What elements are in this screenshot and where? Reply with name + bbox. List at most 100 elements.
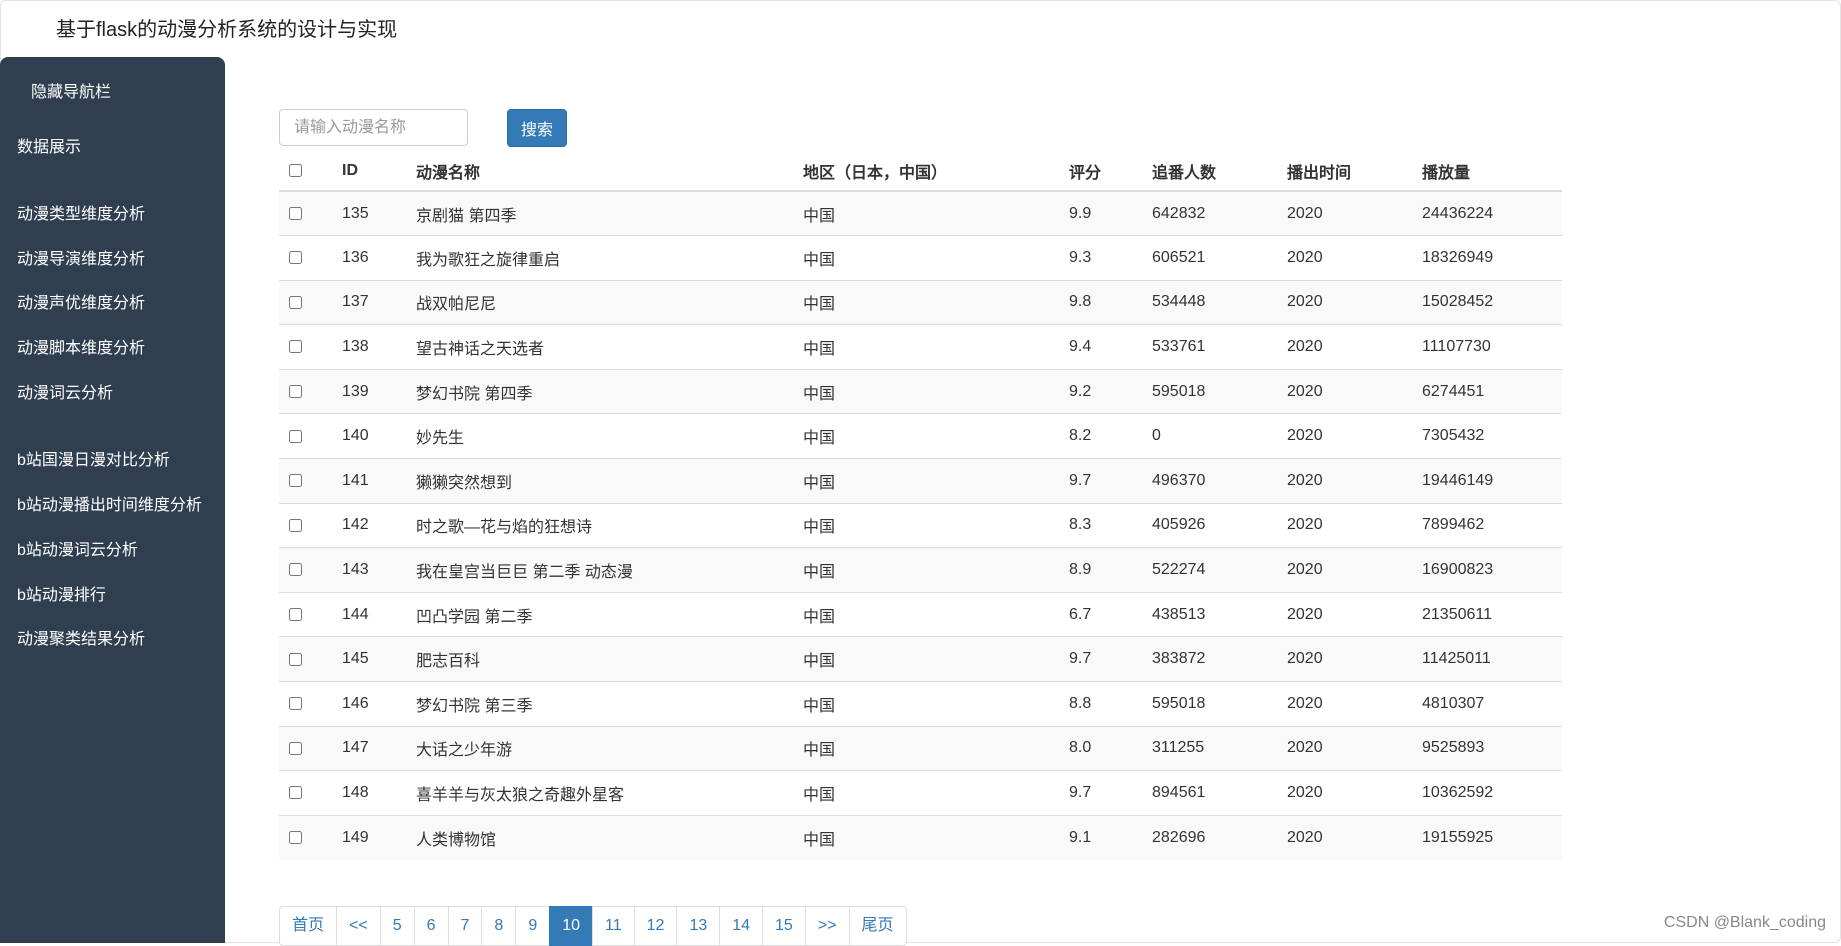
table-row: 146 梦幻书院 第三季 中国 8.8 595018 2020 4810307 <box>279 681 1562 727</box>
select-all-checkbox[interactable] <box>289 163 302 177</box>
page-link-13[interactable]: 13 <box>676 906 721 946</box>
page-link-10[interactable]: 10 <box>549 906 594 946</box>
cell-id: 140 <box>334 413 408 459</box>
last-page-link[interactable]: 尾页 <box>848 906 907 946</box>
row-checkbox[interactable] <box>289 786 302 800</box>
cell-id: 136 <box>334 235 408 281</box>
cell-region: 中国 <box>795 547 1061 593</box>
page-link-8[interactable]: 8 <box>481 906 517 946</box>
cell-airtime: 2020 <box>1279 190 1414 236</box>
sidebar: 隐藏导航栏 数据展示 动漫类型维度分析 动漫导演维度分析 动漫声优维度分析 动漫… <box>0 57 225 943</box>
pagination: 首页 << 5 6 7 8 9 10 11 12 13 14 15 >> 尾页 <box>279 906 907 946</box>
cell-name: 时之歌—花与焰的狂想诗 <box>408 502 795 548</box>
sidebar-item-bili-airtime-analysis[interactable]: b站动漫播出时间维度分析 <box>17 496 202 516</box>
cell-region: 中国 <box>795 235 1061 281</box>
cell-name: 我在皇宫当巨巨 第二季 动态漫 <box>408 547 795 593</box>
cell-airtime: 2020 <box>1279 324 1414 370</box>
cell-plays: 16900823 <box>1414 547 1562 593</box>
cell-airtime: 2020 <box>1279 636 1414 682</box>
page-link-14[interactable]: 14 <box>719 906 764 946</box>
cell-followers: 894561 <box>1144 770 1279 816</box>
cell-region: 中国 <box>795 368 1061 414</box>
cell-plays: 19446149 <box>1414 458 1562 504</box>
page-link-11[interactable]: 11 <box>592 906 635 946</box>
table-row: 138 望古神话之天选者 中国 9.4 533761 2020 11107730 <box>279 324 1562 370</box>
sidebar-item-cluster-analysis[interactable]: 动漫聚类结果分析 <box>17 630 145 650</box>
page-link-6[interactable]: 6 <box>413 906 449 946</box>
table-row: 140 妙先生 中国 8.2 0 2020 7305432 <box>279 413 1562 459</box>
cell-region: 中国 <box>795 279 1061 325</box>
cell-airtime: 2020 <box>1279 413 1414 459</box>
cell-name: 京剧猫 第四季 <box>408 190 795 236</box>
cell-region: 中国 <box>795 681 1061 727</box>
cell-plays: 15028452 <box>1414 279 1562 325</box>
row-checkbox[interactable] <box>289 652 302 666</box>
row-checkbox[interactable] <box>289 697 302 711</box>
cell-rating: 9.7 <box>1061 770 1144 816</box>
page-link-15[interactable]: 15 <box>762 906 806 946</box>
cell-airtime: 2020 <box>1279 725 1414 771</box>
sidebar-item-bili-wordcloud[interactable]: b站动漫词云分析 <box>17 541 138 561</box>
cell-name: 我为歌狂之旋律重启 <box>408 235 795 281</box>
page-link-7[interactable]: 7 <box>447 906 483 946</box>
sidebar-item-data-display[interactable]: 数据展示 <box>17 138 81 158</box>
sidebar-item-type-analysis[interactable]: 动漫类型维度分析 <box>17 205 145 225</box>
cell-rating: 6.7 <box>1061 591 1144 637</box>
sidebar-item-voice-actor-analysis[interactable]: 动漫声优维度分析 <box>17 294 145 314</box>
first-page-link[interactable]: 首页 <box>279 906 338 946</box>
row-checkbox[interactable] <box>289 474 302 488</box>
cell-rating: 8.8 <box>1061 681 1144 727</box>
cell-region: 中国 <box>795 725 1061 771</box>
prev-pages-link[interactable]: << <box>336 906 381 946</box>
sidebar-item-wordcloud[interactable]: 动漫词云分析 <box>17 384 113 404</box>
row-checkbox[interactable] <box>289 340 302 354</box>
row-checkbox[interactable] <box>289 295 302 309</box>
cell-name: 梦幻书院 第三季 <box>408 681 795 727</box>
cell-followers: 533761 <box>1144 324 1279 370</box>
table-row: 143 我在皇宫当巨巨 第二季 动态漫 中国 8.9 522274 2020 1690082… <box>279 547 1562 593</box>
cell-rating: 9.7 <box>1061 636 1144 682</box>
search-button[interactable]: 搜索 <box>507 109 567 147</box>
page-link-9[interactable]: 9 <box>515 906 551 946</box>
column-header-plays: 播放量 <box>1414 151 1562 192</box>
table-row: 137 战双帕尼尼 中国 9.8 534448 2020 15028452 <box>279 279 1562 325</box>
cell-airtime: 2020 <box>1279 458 1414 504</box>
row-checkbox[interactable] <box>289 563 302 577</box>
row-checkbox[interactable] <box>289 251 302 265</box>
row-checkbox[interactable] <box>289 518 302 532</box>
search-input[interactable] <box>279 109 468 146</box>
cell-plays: 24436224 <box>1414 190 1562 236</box>
cell-id: 148 <box>334 770 408 816</box>
cell-airtime: 2020 <box>1279 681 1414 727</box>
cell-region: 中国 <box>795 413 1061 459</box>
cell-plays: 6274451 <box>1414 368 1562 414</box>
sidebar-item-script-analysis[interactable]: 动漫脚本维度分析 <box>17 339 145 359</box>
sidebar-item-bili-ranking[interactable]: b站动漫排行 <box>17 586 106 606</box>
row-checkbox[interactable] <box>289 831 302 845</box>
sidebar-item-director-analysis[interactable]: 动漫导演维度分析 <box>17 250 145 270</box>
cell-rating: 9.4 <box>1061 324 1144 370</box>
row-checkbox[interactable] <box>289 384 302 398</box>
cell-name: 喜羊羊与灰太狼之奇趣外星客 <box>408 770 795 816</box>
hide-sidebar-button[interactable]: 隐藏导航栏 <box>31 83 111 103</box>
page-link-5[interactable]: 5 <box>379 906 415 946</box>
column-header-rating: 评分 <box>1061 151 1144 192</box>
page-link-12[interactable]: 12 <box>633 906 678 946</box>
cell-airtime: 2020 <box>1279 235 1414 281</box>
row-checkbox[interactable] <box>289 206 302 220</box>
cell-followers: 595018 <box>1144 368 1279 414</box>
cell-rating: 9.3 <box>1061 235 1144 281</box>
cell-id: 141 <box>334 458 408 504</box>
cell-region: 中国 <box>795 770 1061 816</box>
row-checkbox[interactable] <box>289 741 302 755</box>
cell-id: 144 <box>334 591 408 637</box>
row-checkbox[interactable] <box>289 429 302 443</box>
cell-followers: 0 <box>1144 413 1279 459</box>
cell-plays: 21350611 <box>1414 591 1562 637</box>
cell-rating: 8.3 <box>1061 502 1144 548</box>
cell-rating: 9.7 <box>1061 458 1144 504</box>
cell-id: 142 <box>334 502 408 548</box>
row-checkbox[interactable] <box>289 607 302 621</box>
next-pages-link[interactable]: >> <box>804 906 850 946</box>
sidebar-item-bili-cn-jp-compare[interactable]: b站国漫日漫对比分析 <box>17 451 170 471</box>
